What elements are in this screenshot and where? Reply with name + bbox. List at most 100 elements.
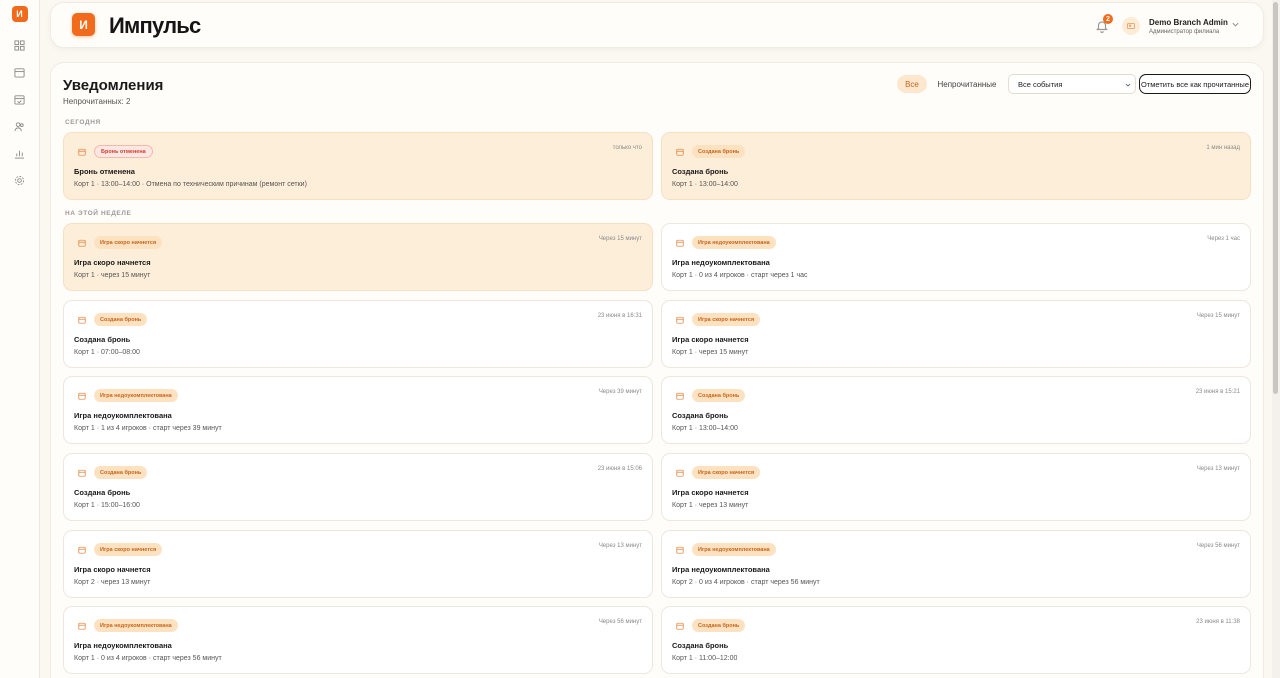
grid-icon: [14, 39, 25, 51]
notification-card[interactable]: Бронь отменена только что Бронь отменена Ко…: [63, 132, 653, 200]
avatar: [1122, 17, 1140, 35]
calendar-icon: [676, 148, 684, 156]
unread-count: Непрочитанных: 2: [63, 97, 131, 106]
notification-time: Через 56 минут: [598, 619, 642, 625]
notification-time: 23 июня в 15:21: [1195, 389, 1240, 395]
notification-card[interactable]: Создана бронь 23 июня в 11:38 Создана брон…: [661, 606, 1251, 674]
notification-body: Корт 2 · 0 из 4 игроков · старт через 56…: [672, 579, 820, 586]
event-type-badge: Игра скоро начнется: [94, 236, 163, 249]
scrollbar-thumb[interactable]: [1273, 2, 1278, 394]
chevron-down-icon: [1125, 83, 1131, 87]
notification-body: Корт 1 · 07:00–08:00: [74, 349, 140, 356]
notification-card[interactable]: Игра скоро начнется Через 15 минут Игра ск…: [661, 300, 1251, 368]
notification-body: Корт 1 · 1 из 4 игроков · старт через 39…: [74, 425, 222, 432]
notification-card[interactable]: Игра скоро начнется Через 13 минут Игра ск…: [661, 453, 1251, 521]
notification-title: Игра недоукомплектована: [672, 258, 770, 267]
sidebar-item-analytics[interactable]: [13, 146, 27, 160]
logo-glyph: И: [79, 17, 88, 32]
notification-body: Корт 1 · 11:00–12:00: [672, 655, 738, 662]
notification-title: Игра недоукомплектована: [672, 565, 770, 574]
notification-body: Корт 1 · через 15 минут: [672, 349, 749, 356]
calendar-icon: [676, 469, 684, 477]
notification-time: 23 июня в 16:31: [597, 313, 642, 319]
section-this-week: НА ЭТОЙ НЕДЕЛЕ: [65, 210, 132, 217]
mark-all-read-button[interactable]: Отметить все как прочитанные: [1139, 74, 1251, 94]
notification-card[interactable]: Создана бронь 23 июня в 16:31 Создана брон…: [63, 300, 653, 368]
notification-badge: 2: [1103, 14, 1113, 24]
filter-all-tab[interactable]: Все: [897, 75, 927, 93]
notification-card[interactable]: Создана бронь 23 июня в 15:21 Создана брон…: [661, 376, 1251, 444]
calendar-check-icon: [14, 94, 25, 105]
notification-body: Корт 2 · через 13 минут: [74, 579, 151, 586]
calendar-icon: [676, 546, 684, 554]
notification-title: Создана бронь: [672, 411, 729, 420]
notification-title: Игра недоукомплектована: [74, 641, 172, 650]
notification-card[interactable]: Игра недоукомплектована Через 1 час Игра н…: [661, 223, 1251, 291]
calendar-icon: [14, 67, 25, 78]
events-select[interactable]: Все события: [1008, 74, 1136, 94]
sidebar-item-settings[interactable]: [13, 173, 27, 187]
brand-name: Импульс: [109, 13, 201, 38]
calendar-icon: [676, 622, 684, 630]
notification-time: только что: [612, 145, 642, 151]
notification-title: Создана бронь: [672, 641, 729, 650]
notification-time: Через 15 минут: [598, 236, 642, 242]
user-name: Demo Branch Admin: [1149, 17, 1228, 27]
notification-time: Через 13 минут: [598, 543, 642, 549]
sidebar-item-calendar[interactable]: [13, 65, 27, 79]
notification-card[interactable]: Создана бронь 23 июня в 15:06 Создана брон…: [63, 453, 653, 521]
event-type-badge: Игра скоро начнется: [94, 543, 163, 556]
notification-body: Корт 1 · 15:00–16:00: [74, 502, 140, 509]
sidebar: И: [0, 0, 40, 678]
notification-body: Корт 1 · 13:00–14:00: [672, 181, 738, 188]
user-role: Администратор филиала: [1149, 28, 1220, 35]
notification-title: Создана бронь: [74, 335, 131, 344]
notification-time: Через 56 минут: [1196, 543, 1240, 549]
filter-unread-tab[interactable]: Непрочитанные: [933, 75, 1001, 93]
sidebar-item-bookings[interactable]: [13, 92, 27, 106]
event-type-badge: Игра скоро начнется: [692, 466, 761, 479]
users-icon: [14, 121, 24, 131]
notification-time: Через 13 минут: [1196, 466, 1240, 472]
event-type-badge: Создана бронь: [94, 466, 148, 479]
events-select-value: Все события: [1018, 79, 1063, 89]
calendar-icon: [676, 392, 684, 400]
notification-time: Через 39 минут: [598, 389, 642, 395]
id-card-icon: [1127, 23, 1135, 29]
notification-card[interactable]: Создана бронь 1 мин назад Создана бронь Кор…: [661, 132, 1251, 200]
calendar-icon: [78, 239, 86, 247]
calendar-icon: [78, 316, 86, 324]
chart-icon: [14, 150, 25, 159]
notification-card[interactable]: Игра недоукомплектована Через 56 минут Игр…: [661, 530, 1251, 598]
notification-time: Через 15 минут: [1196, 313, 1240, 319]
sidebar-item-dashboard[interactable]: [13, 38, 27, 52]
notification-body: Корт 1 · 13:00–14:00: [672, 425, 738, 432]
notification-card[interactable]: Игра скоро начнется Через 15 минут Игра ск…: [63, 223, 653, 291]
notification-card[interactable]: Игра скоро начнется Через 13 минут Игра ск…: [63, 530, 653, 598]
page-title: Уведомления: [63, 77, 164, 94]
notification-body: Корт 1 · 0 из 4 игроков · старт через 1 …: [672, 272, 808, 279]
notification-time: 23 июня в 11:38: [1196, 619, 1240, 625]
notification-title: Игра скоро начнется: [672, 335, 749, 344]
calendar-icon: [676, 316, 684, 324]
event-type-badge: Создана бронь: [692, 619, 746, 632]
sidebar-item-users[interactable]: [13, 119, 27, 133]
notification-card[interactable]: Игра недоукомплектована Через 56 минут Игр…: [63, 606, 653, 674]
notification-title: Игра скоро начнется: [74, 565, 151, 574]
notification-body: Корт 1 · 0 из 4 игроков · старт через 56…: [74, 655, 222, 662]
notification-title: Бронь отменена: [74, 167, 135, 176]
notification-title: Создана бронь: [74, 488, 131, 497]
user-menu[interactable]: Demo Branch Admin Администратор филиала: [1122, 13, 1248, 39]
event-type-badge: Бронь отменена: [94, 145, 153, 158]
notification-title: Создана бронь: [672, 167, 729, 176]
notification-time: Через 1 час: [1207, 236, 1240, 242]
notification-body: Корт 1 · через 13 минут: [672, 502, 749, 509]
chevron-down-icon[interactable]: [1231, 20, 1240, 29]
app-logo[interactable]: И: [72, 13, 95, 36]
notification-body: Корт 1 · через 15 минут: [74, 272, 151, 279]
notification-card[interactable]: Игра недоукомплектована Через 39 минут Игр…: [63, 376, 653, 444]
event-type-badge: Создана бронь: [692, 145, 746, 158]
sidebar-logo[interactable]: И: [11, 6, 28, 22]
notifications-panel: Уведомления Непрочитанных: 2 Все Непрочи…: [50, 62, 1264, 678]
notification-title: Игра недоукомплектована: [74, 411, 172, 420]
